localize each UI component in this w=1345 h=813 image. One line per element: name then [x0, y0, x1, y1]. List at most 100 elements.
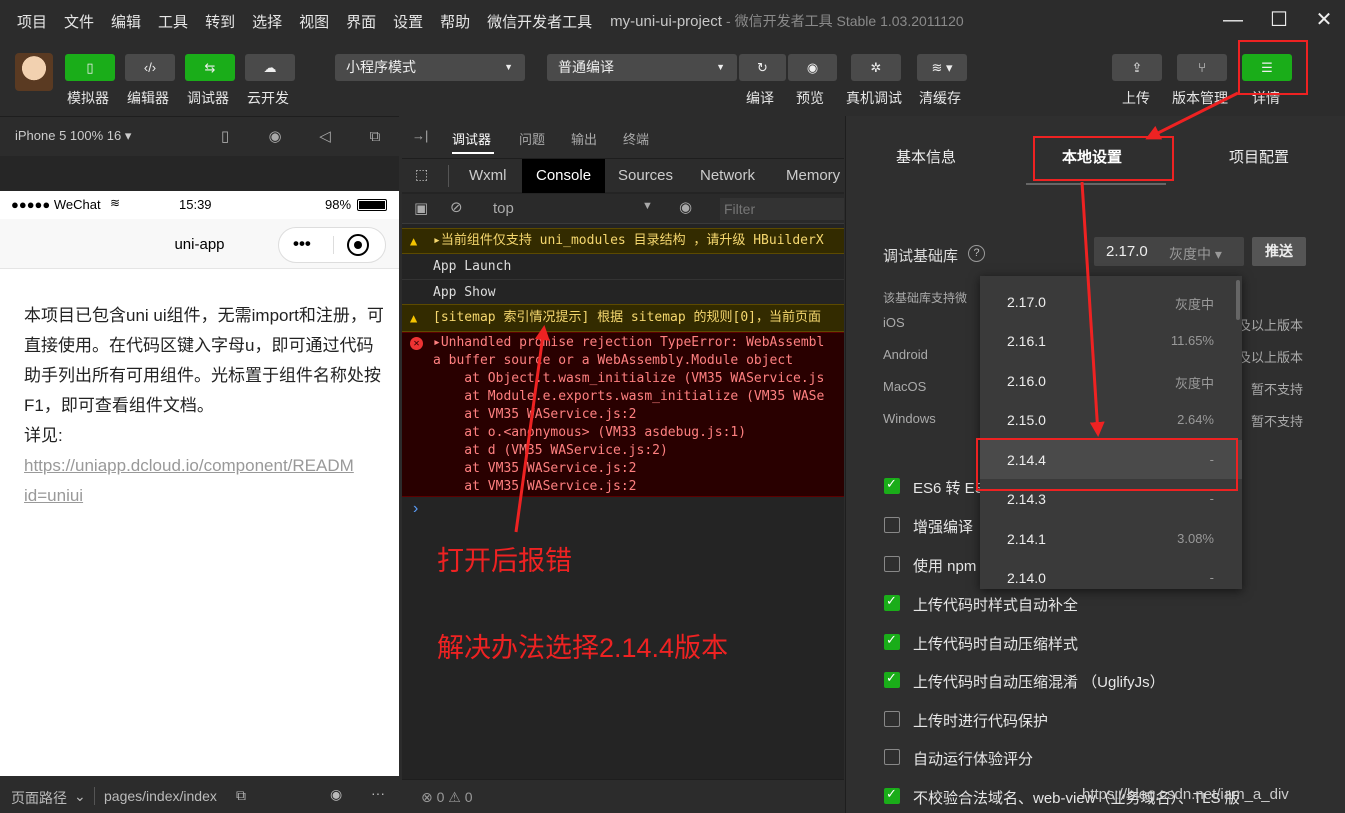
checkbox-code-protect[interactable] [884, 711, 900, 727]
copy-icon[interactable]: ⧉ [236, 787, 246, 804]
device-select[interactable]: iPhone 5 100% 16 ▾ [15, 128, 131, 144]
error-line[interactable]: at d (VM35 WAService.js:2) [433, 443, 668, 458]
checkbox-enhance-compile[interactable] [884, 517, 900, 533]
layers-icon: ≋ ▾ [931, 60, 953, 75]
push-button[interactable]: 推送 [1252, 237, 1306, 266]
maximize-icon[interactable]: ☐ [1266, 8, 1292, 34]
menu-devtools[interactable]: 微信开发者工具 [487, 11, 592, 32]
error-line[interactable]: at Object.t.wasm_initialize (VM35 WAServ… [433, 371, 824, 386]
avatar[interactable] [15, 53, 53, 91]
clear-cache-button[interactable]: ≋ ▾ [917, 54, 967, 81]
preview-button[interactable]: ◉ [788, 54, 837, 81]
checkbox-autoprefix[interactable] [884, 593, 900, 611]
checkbox-npm[interactable] [884, 556, 900, 572]
menu-project[interactable]: 项目 [17, 11, 47, 32]
checkbox-auto-audit-label: 自动运行体验评分 [913, 751, 1034, 768]
tab-project-config[interactable]: 项目配置 [1229, 146, 1289, 167]
tab-debugger[interactable]: 调试器 [452, 129, 491, 148]
menu-goto[interactable]: 转到 [205, 11, 235, 32]
tab-memory[interactable]: Memory [786, 159, 840, 193]
version-number: 2.16.0 [1007, 373, 1046, 389]
tab-output[interactable]: 输出 [571, 129, 597, 148]
doc-link-cont[interactable]: id=uniui [24, 481, 384, 511]
tab-wxml[interactable]: Wxml [469, 159, 507, 193]
inspect-icon[interactable]: ⬚ [415, 166, 428, 183]
console-filter-input[interactable] [720, 198, 844, 220]
error-line[interactable]: at VM35 WAService.js:2 [433, 407, 636, 422]
dropdown-scrollbar[interactable] [1236, 280, 1240, 320]
more-icon[interactable]: ··· [371, 785, 385, 801]
phone-icon[interactable]: ▯ [215, 127, 235, 147]
version-option[interactable]: 2.14.1 3.08% [980, 519, 1242, 558]
tab-basic-info[interactable]: 基本信息 [896, 146, 956, 167]
menu-view[interactable]: 视图 [299, 11, 329, 32]
error-line[interactable]: at VM35 WAService.js:2 [433, 479, 636, 494]
checkbox-es6[interactable] [884, 476, 900, 494]
mode-select[interactable]: 小程序模式 ▼ [335, 54, 525, 81]
page-path-label[interactable]: 页面路径 [11, 788, 67, 808]
menu-file[interactable]: 文件 [64, 11, 94, 32]
chevron-down-icon[interactable]: ⌄ [74, 788, 86, 805]
status-battery: 98% [325, 197, 352, 212]
editor-button[interactable]: ‹/› [125, 54, 175, 81]
eye-icon[interactable]: ◉ [679, 198, 692, 216]
menu-settings[interactable]: 设置 [393, 11, 423, 32]
version-number: 2.14.1 [1007, 531, 1046, 547]
help-icon[interactable]: ? [968, 245, 985, 262]
checkbox-uglify[interactable] [884, 670, 900, 688]
wifi-icon: ≋ [110, 196, 121, 210]
sidebar-toggle-icon[interactable]: ▣ [414, 199, 428, 217]
checkbox-skip-domain-check[interactable] [884, 786, 900, 804]
version-label: 版本管理 [1172, 90, 1228, 106]
compile-button[interactable]: ↻ [739, 54, 786, 81]
console-prompt[interactable]: › [413, 500, 418, 518]
checkbox-auto-audit[interactable] [884, 749, 900, 765]
debugger-button[interactable]: ⇆ [185, 54, 235, 81]
eye-icon[interactable]: ◉ [330, 786, 342, 803]
version-option[interactable]: 2.15.0 2.64% [980, 400, 1242, 439]
checkbox-code-protect-label: 上传时进行代码保护 [913, 713, 1049, 730]
doc-link[interactable]: https://uniapp.dcloud.io/component/READM [24, 451, 384, 481]
close-circle-icon[interactable] [347, 234, 369, 256]
dock-icon[interactable]: →| [412, 128, 428, 143]
checkbox-minify-style[interactable] [884, 632, 900, 650]
support-note: 该基础库支持微 [883, 291, 968, 305]
sound-icon[interactable]: ◁ [315, 127, 335, 147]
real-debug-button[interactable]: ✲ [851, 54, 901, 81]
cloud-button[interactable]: ☁ [245, 54, 295, 81]
capsule-menu[interactable]: ••• [278, 227, 386, 263]
more-icon[interactable]: ••• [293, 234, 311, 254]
base-lib-status: 灰度中 ▾ [1169, 246, 1222, 262]
compile-select[interactable]: 普通编译 ▼ [547, 54, 737, 81]
error-line[interactable]: at Module.e.exports.wasm_initialize (VM3… [433, 389, 824, 404]
version-button[interactable]: ⑂ [1177, 54, 1227, 81]
tab-sources[interactable]: Sources [618, 159, 673, 193]
console-warning: ▲ ▸当前组件仅支持 uni_modules 目录结构 ，请升级 HBuilder… [402, 228, 844, 254]
menu-tools[interactable]: 工具 [158, 11, 188, 32]
error-line[interactable]: at o.<anonymous> (VM33 asdebug.js:1) [433, 425, 746, 440]
menu-help[interactable]: 帮助 [440, 11, 470, 32]
tab-issues[interactable]: 问题 [519, 129, 545, 148]
version-option[interactable]: 2.14.0 - [980, 558, 1242, 589]
minimize-icon[interactable]: — [1220, 8, 1246, 34]
upload-button[interactable]: ⇪ [1112, 54, 1162, 81]
version-option[interactable]: 2.16.1 11.65% [980, 321, 1242, 360]
tab-console[interactable]: Console [522, 159, 606, 193]
close-icon[interactable]: ✕ [1311, 8, 1337, 34]
record-icon[interactable]: ◉ [265, 127, 285, 147]
tab-terminal[interactable]: 终端 [623, 129, 649, 148]
window-icon[interactable]: ⧉ [365, 127, 385, 147]
context-select[interactable]: top [493, 200, 514, 217]
menu-edit[interactable]: 编辑 [111, 11, 141, 32]
tab-network[interactable]: Network [700, 159, 755, 193]
menu-select[interactable]: 选择 [252, 11, 282, 32]
error-line[interactable]: at VM35 WAService.js:2 [433, 461, 636, 476]
version-option[interactable]: 2.16.0 灰度中 [980, 361, 1242, 400]
version-option[interactable]: 2.17.0 灰度中 [980, 282, 1242, 321]
version-number: 2.15.0 [1007, 412, 1046, 428]
menu-interface[interactable]: 界面 [346, 11, 376, 32]
caret-down-icon[interactable]: ▼ [642, 200, 653, 212]
simulator-button[interactable]: ▯ [65, 54, 115, 81]
clear-icon[interactable]: ⊘ [450, 198, 463, 216]
base-lib-select[interactable]: 2.17.0 灰度中 ▾ [1094, 237, 1244, 266]
